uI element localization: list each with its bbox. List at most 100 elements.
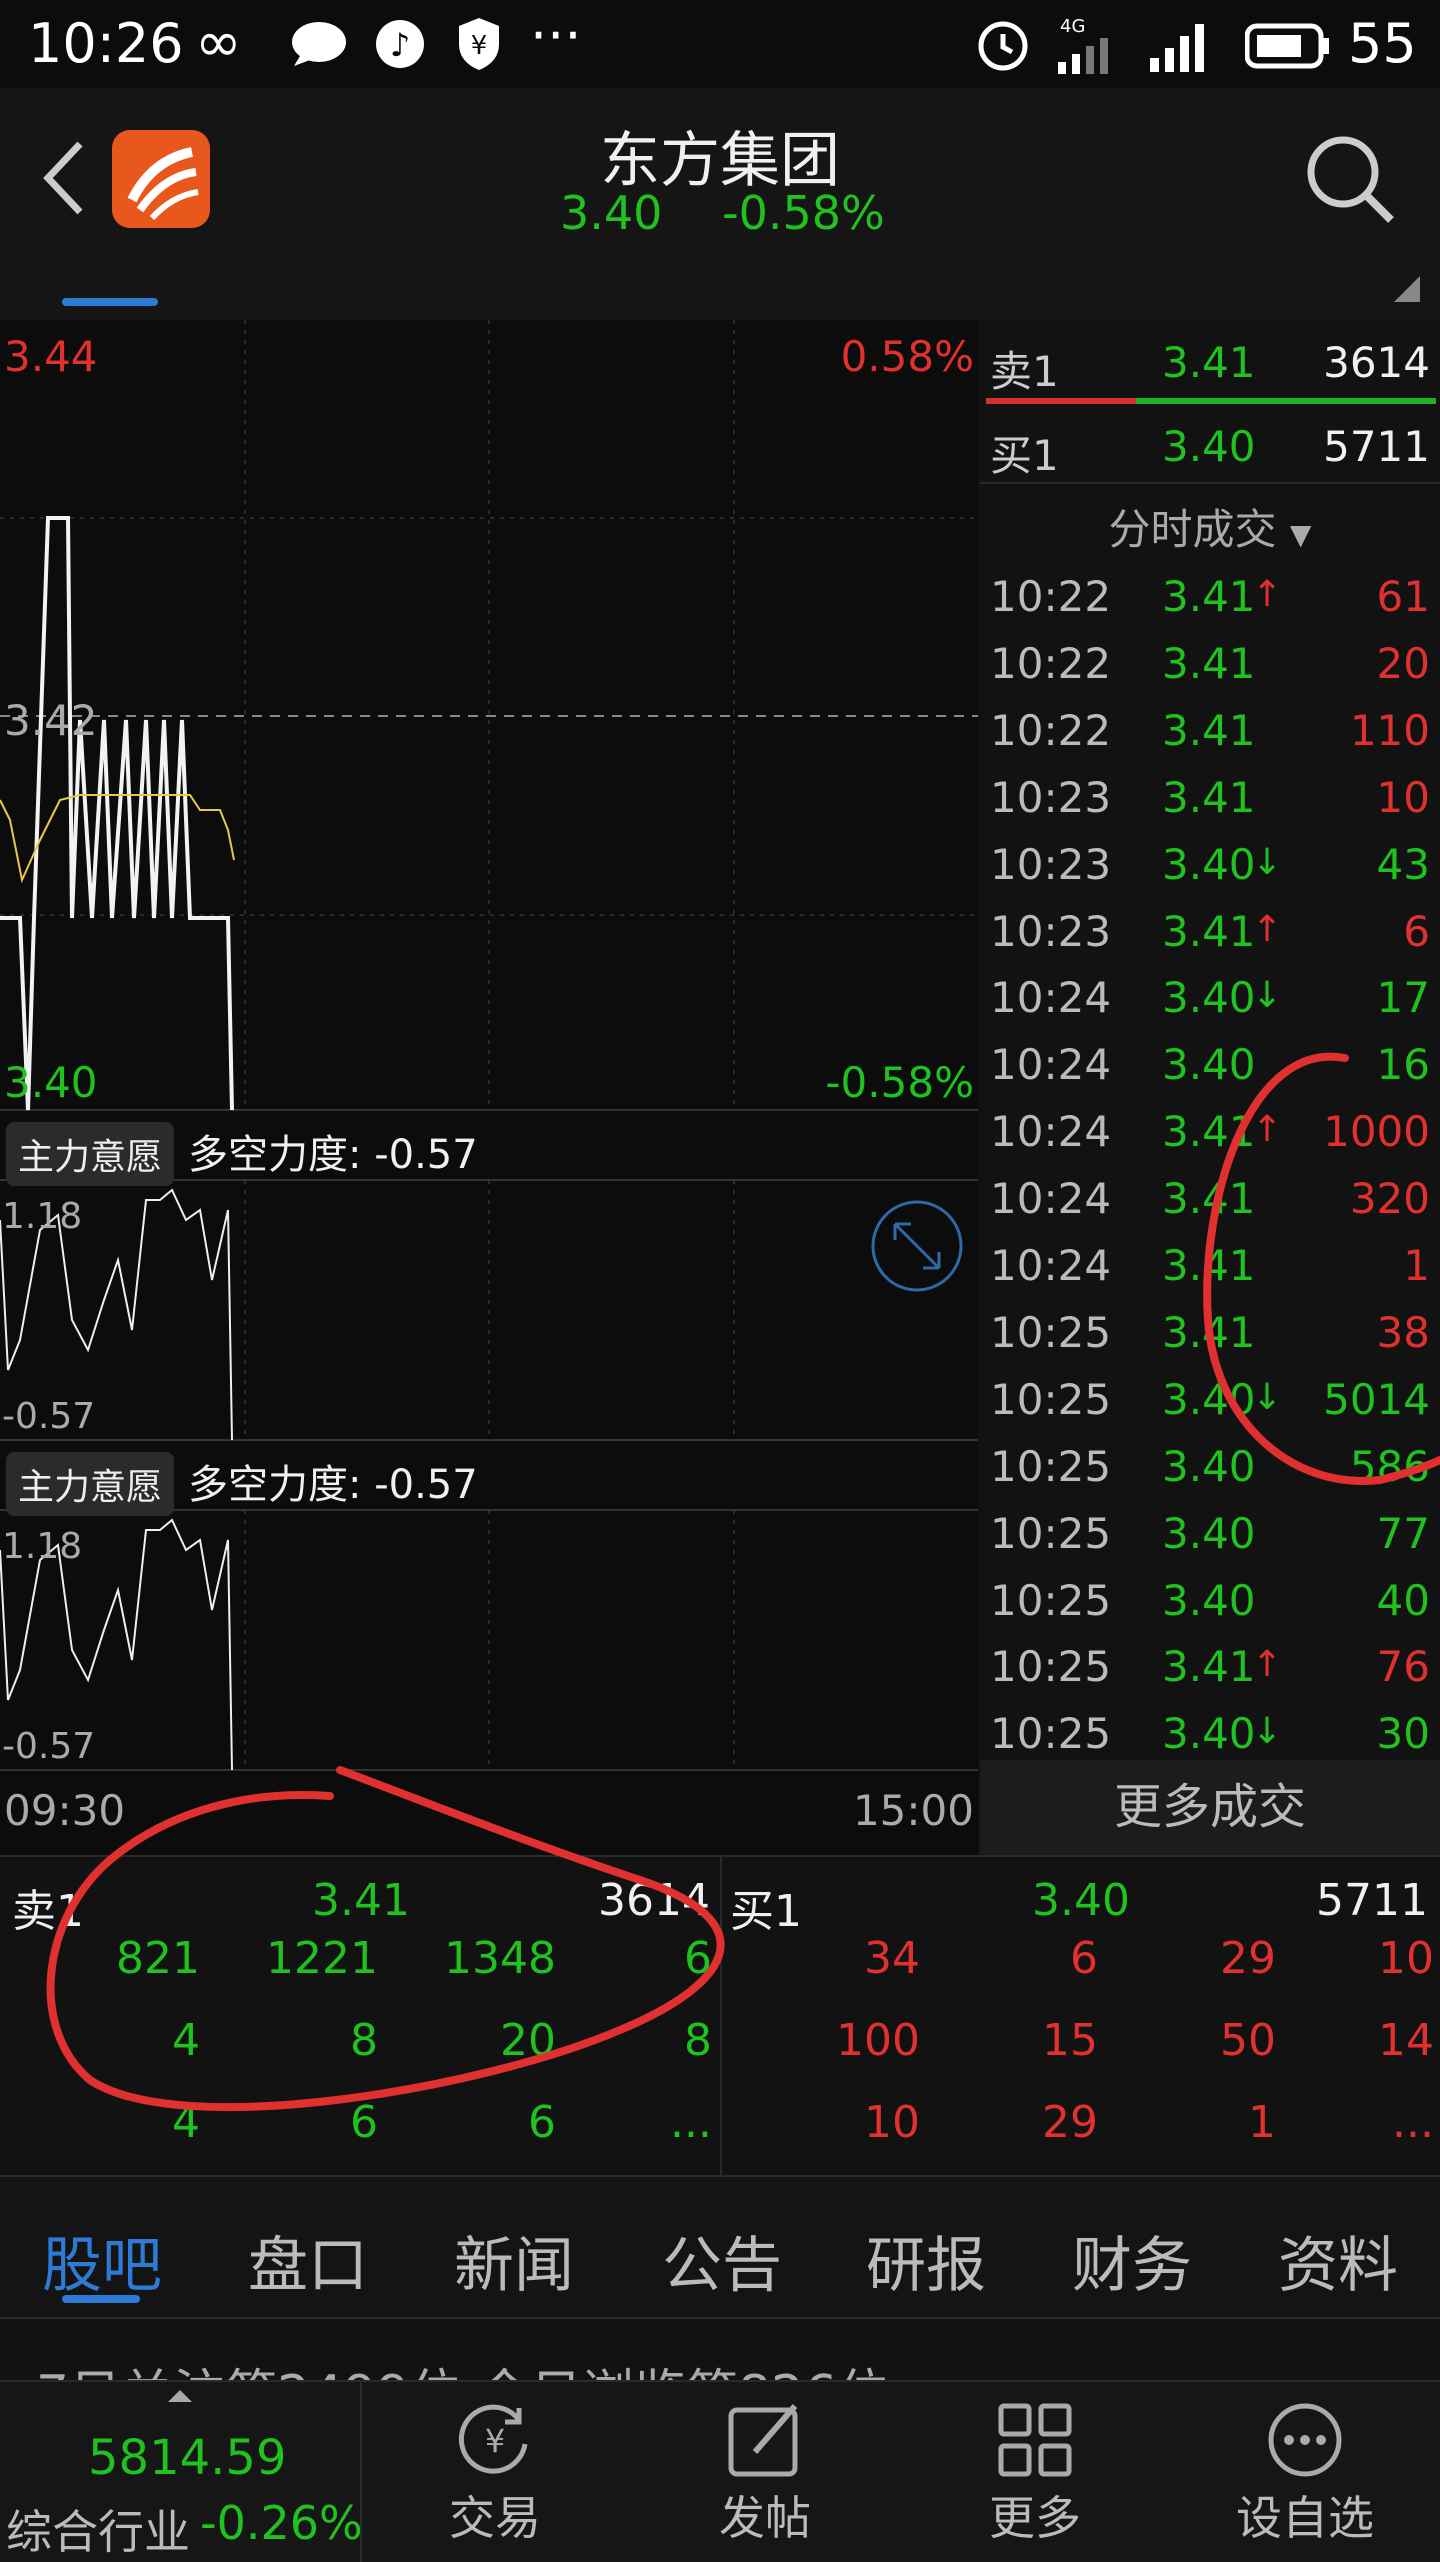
trade-row: 10:25 3.40 ↓ 30 — [980, 1701, 1440, 1767]
post-label: 发帖 — [719, 2491, 811, 2545]
trade-time: 10:24 — [990, 1040, 1112, 1090]
trade-arrow-icon: ↓ — [1252, 1711, 1283, 1753]
trade-time: 10:24 — [990, 973, 1112, 1023]
stock-change: -0.58% — [722, 186, 885, 240]
sell-depth-cell: 6 — [350, 2097, 378, 2148]
price-high: 3.44 — [4, 332, 98, 381]
trade-arrow-icon: ↑ — [1252, 574, 1283, 615]
trade-price: 3.41 — [1162, 906, 1256, 956]
trade-price: 3.41 — [1162, 572, 1256, 621]
trade-price: 3.40 — [1162, 1508, 1256, 1558]
content-tabs: 股吧 盘口 新闻 公告 研报 财务 资料 — [0, 2175, 1440, 2319]
buy-depth-cell: 10 — [864, 2097, 920, 2148]
trade-row: 10:23 3.41 10 — [980, 765, 1440, 831]
trade-arrow-icon: ↓ — [1252, 1376, 1283, 1418]
intraday-chart[interactable]: 3.44 0.58% 3.42 3.40 -0.58% 主力意愿 多空力度: -… — [0, 320, 978, 1855]
add-watchlist-label: 设自选 — [1236, 2491, 1374, 2545]
time-start: 09:30 — [4, 1786, 126, 1835]
buy-depth-cell: 34 — [864, 1933, 920, 1984]
trade-panel: 卖1 3.41 3614 买1 3.40 5711 分时成交 ▼ 10:22 3.… — [980, 320, 1440, 1855]
index-summary[interactable]: 5814.59 综合行业 -0.26% — [0, 2382, 363, 2562]
trade-price: 3.40 — [1162, 973, 1256, 1023]
edit-icon — [728, 2404, 798, 2477]
sell-depth-cell: 1348 — [444, 1933, 556, 1984]
depth-buy-price: 3.40 — [1032, 1875, 1130, 1926]
trade-price: 3.41 — [1162, 1107, 1256, 1157]
buy-depth-cell: 50 — [1220, 2015, 1276, 2066]
tab-announcements[interactable]: 公告 — [662, 2217, 782, 2304]
time-end: 15:00 — [852, 1786, 974, 1835]
search-icon[interactable] — [1305, 134, 1395, 224]
trade-time: 10:25 — [990, 1709, 1112, 1759]
trade-row: 10:25 3.40 77 — [980, 1501, 1440, 1567]
trade-volume: 16 — [1376, 1040, 1430, 1090]
indicator-low-1: -0.57 — [2, 1396, 96, 1437]
trade-volume: 586 — [1349, 1441, 1430, 1491]
caret-up-icon — [168, 2390, 192, 2402]
trade-time: 10:25 — [990, 1642, 1112, 1692]
depth-sell-label: 卖1 — [12, 1886, 84, 1937]
sell-depth-cell: 6 — [528, 2097, 556, 2148]
trade-row: 10:23 3.40 ↓ 43 — [980, 832, 1440, 898]
trade-arrow-icon: ↑ — [1252, 908, 1283, 950]
signal-icon-2 — [1150, 24, 1204, 72]
trade-time: 10:25 — [990, 1441, 1112, 1491]
buy-depth-cell: ... — [1392, 2097, 1434, 2148]
trade-time: 10:23 — [990, 772, 1112, 822]
tab-news[interactable]: 新闻 — [454, 2217, 574, 2304]
trade-price: 3.41 — [1162, 638, 1256, 688]
battery-level: 55 — [1348, 12, 1417, 75]
buy-depth-cell: 6 — [1070, 1933, 1098, 1984]
indicator-tag-2[interactable]: 主力意愿 — [6, 1452, 175, 1516]
trade-row: 10:25 3.41 ↑ 76 — [980, 1634, 1440, 1700]
trades-header-label: 分时成交 — [1108, 505, 1277, 554]
trade-volume: 40 — [1376, 1575, 1430, 1625]
pct-low: -0.58% — [825, 1058, 974, 1107]
trade-list: 10:22 3.41 ↑ 61 10:22 3.41 20 10:22 3.41 110 10:23… — [980, 564, 1440, 1758]
bottom-toolbar: 5814.59 综合行业 -0.26% ¥ 交易 发帖 更多 设自选 — [0, 2380, 1440, 2562]
tab-finance[interactable]: 财务 — [1072, 2217, 1192, 2304]
sell-depth-cell: 8 — [684, 2015, 712, 2066]
stock-price: 3.40 — [560, 186, 663, 240]
trade-row: 10:23 3.41 ↑ 6 — [980, 899, 1440, 965]
trade-price: 3.40 — [1162, 1441, 1256, 1491]
ask-bar — [986, 398, 1136, 404]
sell-depth-cell: 20 — [500, 2015, 556, 2066]
tab-guba[interactable]: 股吧 — [42, 2217, 162, 2304]
trade-row: 10:25 3.40 586 — [980, 1434, 1440, 1500]
trade-price: 3.40 — [1162, 839, 1256, 889]
chart-period-tabs — [0, 250, 1440, 320]
trade-label: 交易 — [449, 2491, 541, 2545]
indicator-high-2: 1.18 — [2, 1526, 83, 1567]
add-watchlist-button[interactable]: 设自选 — [1170, 2382, 1440, 2562]
rank-stats: 7日关注第2499位 今日浏览第826位 — [36, 2350, 1236, 2380]
order-depth: 卖1 3.41 3614 买1 3.40 5711 821 1221 1348 6 4 8… — [0, 1855, 1440, 2177]
buy-depth-cell: 10 — [1378, 1933, 1434, 1984]
trade-arrow-icon: ↑ — [1252, 1644, 1283, 1686]
infinity-icon: ∞ — [195, 10, 242, 75]
stock-name: 东方集团 — [600, 126, 840, 196]
trade-price: 3.41 — [1162, 772, 1256, 822]
price-low: 3.40 — [4, 1058, 98, 1107]
indicator-label-2: 多空力度: -0.57 — [188, 1462, 478, 1508]
svg-text:¥: ¥ — [485, 2422, 505, 2460]
post-button[interactable]: 发帖 — [630, 2382, 900, 2562]
tab-profile[interactable]: 资料 — [1278, 2217, 1398, 2304]
more-button[interactable]: 更多 — [900, 2382, 1170, 2562]
ask1-volume: 3614 — [1323, 338, 1430, 387]
trade-row: 10:25 3.40 ↓ 5014 — [980, 1367, 1440, 1433]
indicator-tag-1[interactable]: 主力意愿 — [6, 1122, 175, 1186]
more-trades-button[interactable]: 更多成交 — [980, 1760, 1440, 1855]
tab-research[interactable]: 研报 — [866, 2217, 986, 2304]
tab-pankou[interactable]: 盘口 — [248, 2217, 368, 2304]
trades-header[interactable]: 分时成交 ▼ — [980, 496, 1440, 557]
trade-volume: 77 — [1376, 1508, 1430, 1558]
trade-price: 3.40 — [1162, 1575, 1256, 1625]
trade-time: 10:25 — [990, 1575, 1112, 1625]
trade-volume: 43 — [1376, 839, 1430, 889]
buy-depth-cell: 100 — [836, 2015, 920, 2066]
trade-row: 10:22 3.41 110 — [980, 698, 1440, 764]
trade-button[interactable]: ¥ 交易 — [360, 2382, 630, 2562]
index-name: 综合行业 — [6, 2505, 190, 2559]
trade-arrow-icon: ↓ — [1252, 975, 1283, 1017]
